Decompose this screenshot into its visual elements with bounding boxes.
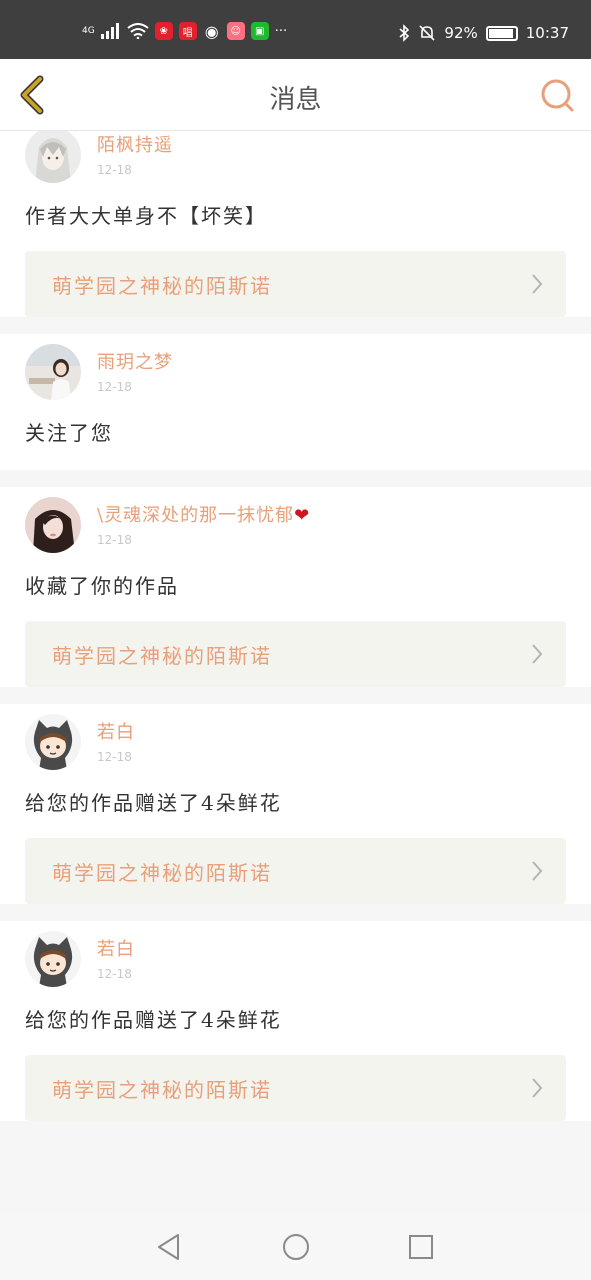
user-name[interactable]: 若白 <box>97 718 135 744</box>
nav-back-icon[interactable] <box>154 1232 184 1262</box>
message-date: 12-18 <box>97 533 132 547</box>
user-name[interactable]: 陌枫持遥 <box>97 131 173 157</box>
work-title: 萌学园之神秘的陌斯诺 <box>52 1078 272 1102</box>
clock: 10:37 <box>525 24 569 42</box>
user-name[interactable]: 若白 <box>97 935 135 961</box>
battery-percent: 92% <box>444 24 478 42</box>
work-link[interactable]: 萌学园之神秘的陌斯诺 <box>25 621 566 687</box>
page-title: 消息 <box>269 85 322 115</box>
status-left: 4G ❀ 唱 ◉ ☺ ▣ ··· <box>82 21 288 41</box>
message-text: 给您的作品赠送了4朵鲜花 <box>25 791 282 815</box>
message-text: 关注了您 <box>25 421 113 445</box>
user-name[interactable]: \灵魂深处的那一抹忧郁❤ <box>97 501 310 527</box>
wechat-icon: ◉ <box>204 21 219 41</box>
message-header: 若白 12-18 <box>25 921 566 995</box>
user-avatar[interactable] <box>25 344 81 400</box>
avatar-girl-desk <box>25 344 81 400</box>
status-right: 92% 10:37 <box>398 24 569 42</box>
message-card: 若白 12-18 给您的作品赠送了4朵鲜花 萌学园之神秘的陌斯诺 <box>0 921 591 1121</box>
work-title: 萌学园之神秘的陌斯诺 <box>52 274 272 298</box>
mute-bell-icon <box>419 25 435 41</box>
message-header: 雨玥之梦 12-18 <box>25 334 566 408</box>
message-card: 陌枫持遥 12-18 作者大大单身不【坏笑】 萌学园之神秘的陌斯诺 <box>0 131 591 317</box>
message-list[interactable]: 陌枫持遥 12-18 作者大大单身不【坏笑】 萌学园之神秘的陌斯诺 雨玥之梦 1… <box>0 131 591 1214</box>
work-link[interactable]: 萌学园之神秘的陌斯诺 <box>25 1055 566 1121</box>
work-title: 萌学园之神秘的陌斯诺 <box>52 644 272 668</box>
message-text: 作者大大单身不【坏笑】 <box>25 204 267 228</box>
chevron-right-icon <box>532 274 543 294</box>
avatar-cartoon-cat <box>25 714 81 770</box>
huawei-icon: ❀ <box>154 22 173 40</box>
user-avatar[interactable] <box>25 714 81 770</box>
header-bar: 消息 <box>0 59 591 131</box>
nav-recents-icon[interactable] <box>406 1232 436 1262</box>
nav-home-icon[interactable] <box>281 1232 311 1262</box>
work-title: 萌学园之神秘的陌斯诺 <box>52 861 272 885</box>
more-notifications: ··· <box>274 23 288 39</box>
message-header: \灵魂深处的那一抹忧郁❤ 12-18 <box>25 487 566 561</box>
battery-icon <box>485 25 518 41</box>
message-date: 12-18 <box>97 380 132 394</box>
pig-app-icon: ☺ <box>226 22 245 40</box>
message-card: \灵魂深处的那一抹忧郁❤ 12-18 收藏了你的作品 萌学园之神秘的陌斯诺 <box>0 487 591 687</box>
message-header: 若白 12-18 <box>25 704 566 778</box>
user-avatar[interactable] <box>25 497 81 553</box>
chevron-right-icon <box>532 861 543 881</box>
message-text: 给您的作品赠送了4朵鲜花 <box>25 1008 282 1032</box>
sing-app-icon: 唱 <box>178 22 197 40</box>
avatar-silver-hair <box>25 131 81 183</box>
user-name[interactable]: 雨玥之梦 <box>97 348 173 374</box>
chevron-right-icon <box>532 1078 543 1098</box>
system-nav-bar <box>0 1214 591 1280</box>
heart-icon: ❤ <box>294 505 311 526</box>
message-date: 12-18 <box>97 967 132 981</box>
user-avatar[interactable] <box>25 931 81 987</box>
avatar-cartoon-cat <box>25 931 81 987</box>
message-card: 雨玥之梦 12-18 关注了您 <box>0 334 591 470</box>
wifi-icon <box>127 23 149 39</box>
work-link[interactable]: 萌学园之神秘的陌斯诺 <box>25 251 566 317</box>
search-button[interactable] <box>537 75 577 115</box>
iqiyi-icon: ▣ <box>250 22 269 40</box>
avatar-girl-photo <box>25 497 81 553</box>
network-type: 4G <box>82 25 95 36</box>
message-header: 陌枫持遥 12-18 <box>25 131 566 191</box>
chevron-right-icon <box>532 644 543 664</box>
bluetooth-icon <box>399 24 410 42</box>
message-date: 12-18 <box>97 163 132 177</box>
search-icon <box>541 79 574 112</box>
status-bar: 4G ❀ 唱 ◉ ☺ ▣ ··· 92% 10:37 <box>0 0 591 59</box>
message-date: 12-18 <box>97 750 132 764</box>
work-link[interactable]: 萌学园之神秘的陌斯诺 <box>25 838 566 904</box>
signal-icon <box>100 23 119 39</box>
message-text: 收藏了你的作品 <box>25 574 179 598</box>
user-avatar[interactable] <box>25 131 81 183</box>
message-card: 若白 12-18 给您的作品赠送了4朵鲜花 萌学园之神秘的陌斯诺 <box>0 704 591 904</box>
